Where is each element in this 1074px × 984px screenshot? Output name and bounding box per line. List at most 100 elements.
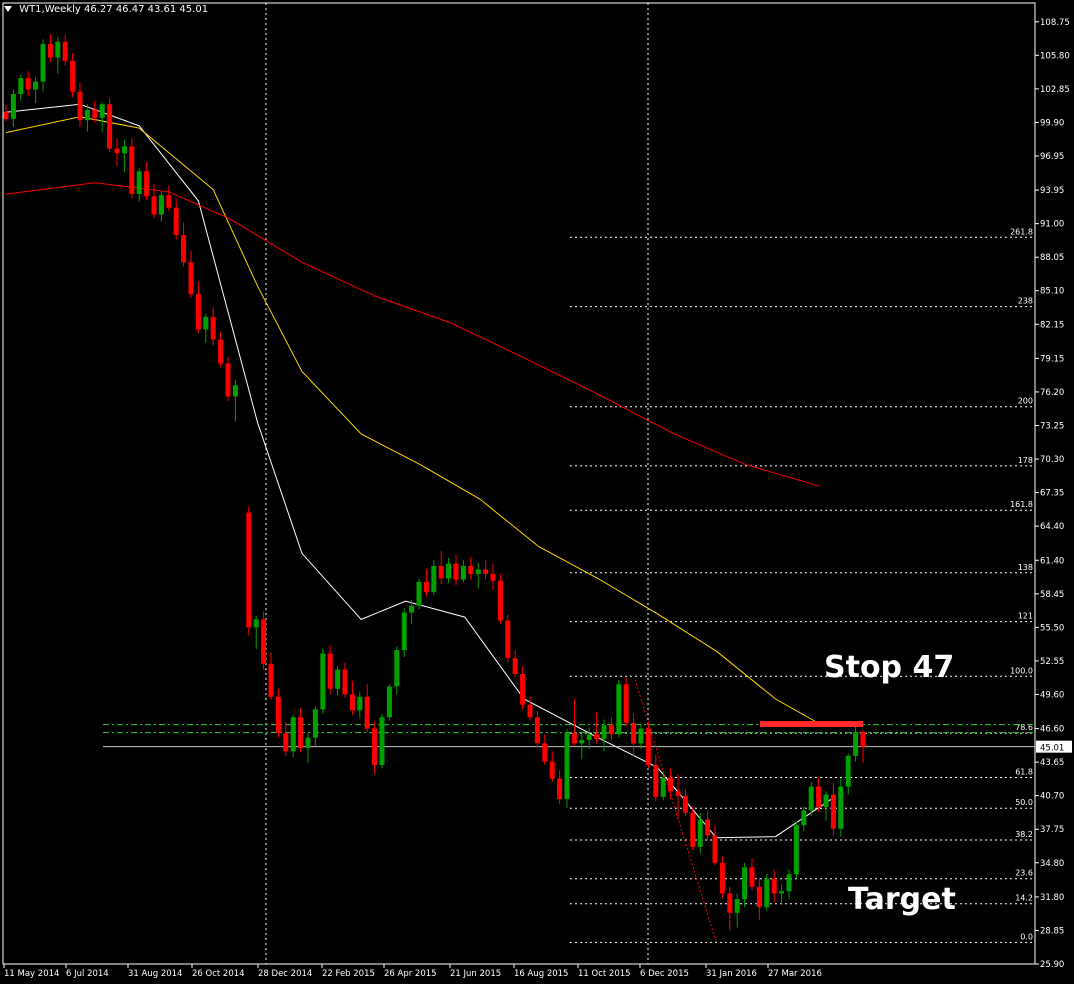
candle-body <box>305 737 311 748</box>
candle-body <box>253 619 259 628</box>
y-tick-label: 88.05 <box>1040 253 1064 263</box>
candle-body <box>372 728 378 765</box>
candle-body <box>793 825 799 875</box>
candle-body <box>771 878 777 894</box>
candle-body <box>505 620 511 659</box>
candle-body <box>409 605 415 613</box>
y-tick-label: 31.80 <box>1040 893 1064 903</box>
dropdown-arrow-icon[interactable] <box>4 6 12 12</box>
candle-body <box>283 733 289 752</box>
fib-level-label: 138 <box>1018 563 1033 572</box>
candle-body <box>203 316 209 330</box>
fib-level-label: 161.8 <box>1010 500 1033 509</box>
candle-body <box>225 363 231 397</box>
y-tick-label: 34.80 <box>1040 859 1064 869</box>
candle-body <box>823 794 829 808</box>
x-tick-label: 21 Jun 2015 <box>450 969 501 979</box>
y-tick-label: 82.15 <box>1040 320 1064 330</box>
candle-body <box>830 794 836 829</box>
candle-body <box>394 650 400 687</box>
candle-body <box>25 78 31 90</box>
y-tick-label: 102.85 <box>1040 85 1070 95</box>
y-tick-label: 105.80 <box>1040 51 1070 61</box>
candle-body <box>475 569 481 574</box>
fib-level-label: 178 <box>1018 456 1033 465</box>
candle-body <box>129 146 135 195</box>
fib-level-label: 121 <box>1018 612 1033 621</box>
current-price-label: 45.01 <box>1040 744 1064 754</box>
candle-body <box>682 795 688 813</box>
candle-body <box>144 171 150 197</box>
y-tick-label: 52.55 <box>1040 657 1064 667</box>
candle-body <box>594 734 600 739</box>
y-tick-label: 28.85 <box>1040 926 1064 936</box>
candle-body <box>490 573 496 581</box>
candle-body <box>136 171 142 195</box>
candle-body <box>416 581 422 606</box>
candlestick-chart[interactable]: 261.8238200178161.8138121100.078.661.850… <box>0 0 1074 984</box>
moving-average-line <box>5 116 821 725</box>
candle-body <box>549 761 555 779</box>
candle-body <box>151 196 157 215</box>
candle-body <box>349 694 355 711</box>
candle-body <box>623 684 629 723</box>
candle-body <box>534 717 540 744</box>
x-tick-label: 26 Oct 2014 <box>192 969 245 979</box>
candle-body <box>166 195 172 208</box>
candle-body <box>401 612 407 651</box>
y-tick-label: 76.20 <box>1040 388 1064 398</box>
moving-average-line <box>5 182 821 487</box>
fib-level-label: 14.2 <box>1015 894 1033 903</box>
candle-body <box>423 581 429 593</box>
y-tick-label: 40.70 <box>1040 792 1064 802</box>
candle-body <box>764 878 770 908</box>
candle-body <box>756 886 762 908</box>
y-tick-label: 85.10 <box>1040 287 1064 297</box>
y-tick-label: 37.75 <box>1040 825 1064 835</box>
candle-body <box>527 704 533 718</box>
candle-body <box>62 41 68 62</box>
candle-body <box>218 339 224 364</box>
candle-body <box>816 786 822 808</box>
candle-body <box>779 891 785 894</box>
candle-body <box>232 385 238 397</box>
y-tick-label: 96.95 <box>1040 152 1064 162</box>
candle-body <box>845 755 851 787</box>
y-tick-label: 93.95 <box>1040 186 1064 196</box>
x-tick-label: 26 Apr 2015 <box>384 969 437 979</box>
plot-frame <box>2 2 1036 965</box>
candle-body <box>10 93 16 120</box>
candle-body <box>697 819 703 847</box>
candle-body <box>195 294 201 330</box>
candle-body <box>261 619 267 664</box>
candle-body <box>564 733 570 800</box>
candle-body <box>386 686 392 718</box>
y-tick-label: 61.40 <box>1040 556 1064 566</box>
fib-anchor-line <box>634 679 717 943</box>
x-tick-label: 11 Oct 2015 <box>578 969 631 979</box>
candle-body <box>668 777 674 792</box>
candle-body <box>453 563 459 580</box>
candle-body <box>275 696 281 734</box>
candle-body <box>460 565 466 580</box>
candle-body <box>121 146 127 154</box>
y-tick-label: 46.60 <box>1040 725 1064 735</box>
x-tick-label: 31 Aug 2014 <box>128 969 182 979</box>
candle-body <box>335 669 341 689</box>
candle-body <box>364 696 370 729</box>
candle-body <box>210 316 216 340</box>
candle-body <box>77 91 83 121</box>
y-tick-label: 99.90 <box>1040 118 1064 128</box>
candle-body <box>690 812 696 847</box>
candle-body <box>786 874 792 892</box>
y-tick-label: 25.90 <box>1040 960 1064 970</box>
fib-level-label: 238 <box>1018 297 1033 306</box>
fib-level-label: 0.0 <box>1020 932 1033 941</box>
candle-body <box>268 663 274 697</box>
candle-body <box>808 786 814 811</box>
candle-body <box>742 867 748 900</box>
candle-body <box>579 739 585 744</box>
y-tick-label: 55.50 <box>1040 623 1064 633</box>
fib-level-label: 38.2 <box>1015 830 1033 839</box>
candle-body <box>719 862 725 894</box>
